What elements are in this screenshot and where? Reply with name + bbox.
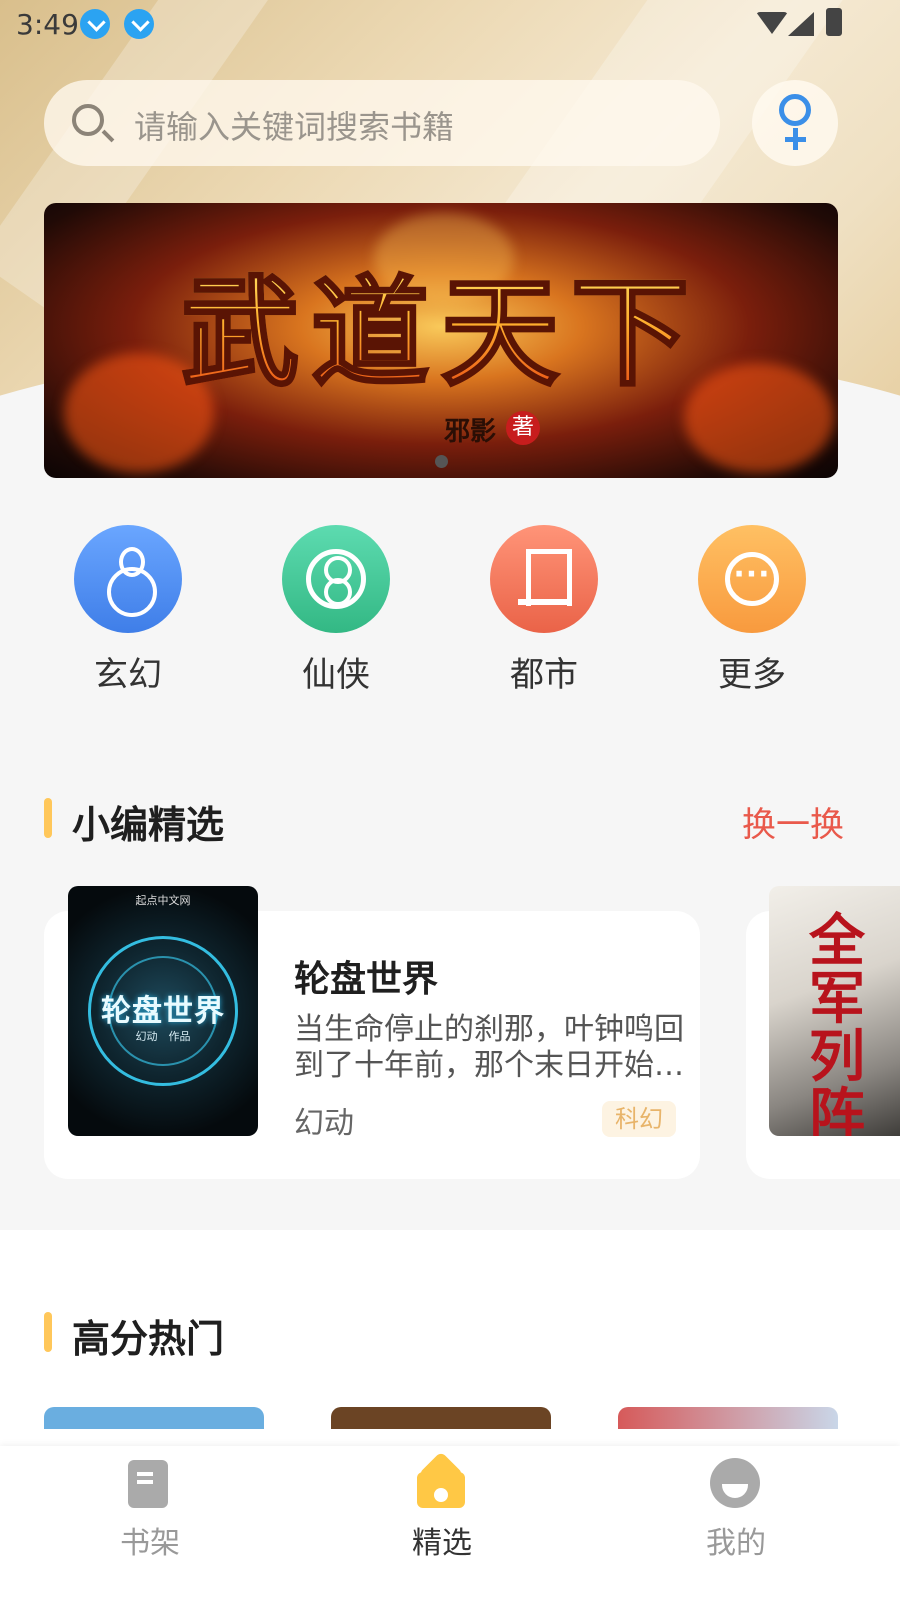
book-cover-next[interactable]: 全军列阵 xyxy=(769,886,900,1136)
battery-icon xyxy=(826,8,842,36)
category-label: 仙侠 xyxy=(302,655,370,695)
search-placeholder: 请输入关键词搜索书籍 xyxy=(134,108,455,146)
bottom-tab-bar: 书架 精选 我的 xyxy=(0,1446,900,1600)
category-xianxia[interactable]: 仙侠 xyxy=(276,525,396,696)
bookshelf-icon xyxy=(128,1460,168,1508)
section-accent-bar xyxy=(44,798,52,838)
more-icon: ··· xyxy=(725,552,779,606)
tab-featured[interactable]: 精选 xyxy=(352,1446,532,1600)
book-genre-tag: 科幻 xyxy=(602,1101,676,1137)
tab-mine[interactable]: 我的 xyxy=(646,1446,826,1600)
search-bar[interactable]: 请输入关键词搜索书籍 xyxy=(44,80,720,166)
category-more[interactable]: ··· 更多 xyxy=(692,525,812,696)
section-accent-bar xyxy=(44,1312,52,1352)
refresh-button[interactable]: 换一换 xyxy=(742,797,844,846)
category-icon-circle: ··· xyxy=(698,525,806,633)
cover-title: 轮盘世界 xyxy=(101,994,225,1029)
category-label: 玄幻 xyxy=(94,655,162,695)
building-icon xyxy=(518,549,572,609)
carousel-indicator[interactable] xyxy=(435,455,448,468)
book-title[interactable]: 轮盘世界 xyxy=(294,950,438,1002)
banner-title: 武道天下 xyxy=(44,237,838,408)
banner-seal: 著 xyxy=(506,411,540,445)
profile-icon xyxy=(710,1458,760,1508)
book-cover[interactable]: 起点中文网 轮盘世界 幻动 作品 xyxy=(68,886,258,1136)
status-bar: 3:49 xyxy=(0,0,900,48)
category-xuanhuan[interactable]: 玄幻 xyxy=(68,525,188,696)
category-icon-circle xyxy=(490,525,598,633)
book-description: 当生命停止的刹那，叶钟鸣回到了十年前，那个末日开始… xyxy=(294,1012,684,1083)
category-dushi[interactable]: 都市 xyxy=(484,525,604,696)
tab-label: 精选 xyxy=(412,1526,472,1561)
banner-author: 邪影 xyxy=(444,417,497,447)
female-icon xyxy=(779,94,811,150)
wifi-icon xyxy=(756,12,788,34)
signal-icon xyxy=(788,12,814,36)
gourd-icon xyxy=(104,545,157,617)
download-icon xyxy=(124,9,154,39)
cover-title-next: 全军列阵 xyxy=(809,908,865,1136)
hot-book-cover[interactable] xyxy=(331,1407,551,1429)
tab-label: 书架 xyxy=(120,1526,180,1561)
home-icon xyxy=(417,1458,465,1508)
section-title-editor-picks: 小编精选 xyxy=(72,803,225,847)
tab-bookshelf[interactable]: 书架 xyxy=(60,1446,240,1600)
banner-carousel[interactable]: 武道天下 邪影 著 xyxy=(44,203,838,478)
status-time: 3:49 xyxy=(16,8,79,41)
cover-brand: 起点中文网 xyxy=(135,894,191,907)
category-label: 更多 xyxy=(718,655,786,695)
download-icon xyxy=(80,9,110,39)
yin-yang-icon xyxy=(306,549,366,609)
hot-book-cover[interactable] xyxy=(44,1407,264,1429)
section-title-hot: 高分热门 xyxy=(72,1317,225,1361)
cover-subtitle: 幻动 作品 xyxy=(135,1030,191,1043)
category-icon-circle xyxy=(282,525,390,633)
search-icon xyxy=(72,104,104,136)
category-label: 都市 xyxy=(510,655,578,695)
category-icon-circle xyxy=(74,525,182,633)
hot-book-cover[interactable] xyxy=(618,1407,838,1429)
book-author: 幻动 xyxy=(294,1106,354,1141)
tab-label: 我的 xyxy=(706,1526,766,1561)
gender-switch-button[interactable] xyxy=(752,80,838,166)
